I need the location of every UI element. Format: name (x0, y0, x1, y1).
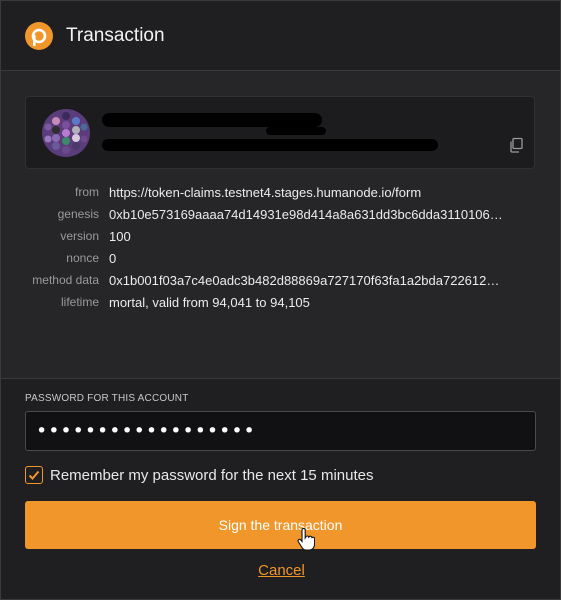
copy-icon[interactable] (508, 137, 524, 153)
account-address (102, 139, 438, 151)
header: Transaction (1, 1, 560, 71)
check-icon (28, 470, 40, 480)
detail-value: 0xb10e573169aaaa74d14931e98d414a8a631dd3… (109, 206, 503, 222)
detail-row-method-data: method data 0x1b001f03a7c4e0adc3b482d888… (1, 269, 561, 291)
account-name-redaction (266, 127, 326, 135)
detail-row-nonce: nonce 0 (1, 247, 561, 269)
detail-label: method data (32, 273, 99, 287)
detail-value: 0 (109, 250, 117, 266)
detail-row-from: from https://token-claims.testnet4.stage… (1, 181, 561, 203)
password-section: PASSWORD FOR THIS ACCOUNT (25, 393, 536, 451)
detail-row-lifetime: lifetime mortal, valid from 94,041 to 94… (1, 291, 561, 313)
remember-checkbox[interactable] (25, 466, 43, 484)
detail-value: 100 (109, 228, 131, 244)
polkadot-identicon (42, 109, 90, 157)
sign-transaction-button[interactable]: Sign the transaction (25, 501, 536, 549)
cancel-link[interactable]: Cancel (1, 562, 561, 579)
polkadot-logo-icon (25, 21, 53, 50)
remember-password: Remember my password for the next 15 min… (25, 466, 373, 484)
detail-label: version (60, 229, 99, 243)
transaction-window: Transaction from https://token-claims.te… (0, 0, 561, 600)
transaction-details-panel: from https://token-claims.testnet4.stage… (1, 71, 560, 379)
detail-value: mortal, valid from 94,041 to 94,105 (109, 294, 310, 310)
transaction-details: from https://token-claims.testnet4.stage… (1, 181, 561, 313)
detail-value: https://token-claims.testnet4.stages.hum… (109, 184, 422, 200)
remember-label: Remember my password for the next 15 min… (50, 466, 374, 484)
detail-value: 0x1b001f03a7c4e0adc3b482d88869a727170f63… (109, 272, 500, 288)
password-label: PASSWORD FOR THIS ACCOUNT (25, 393, 189, 404)
password-input[interactable] (25, 411, 536, 451)
detail-label: nonce (66, 251, 99, 265)
detail-row-version: version 100 (1, 225, 561, 247)
detail-row-genesis: genesis 0xb10e573169aaaa74d14931e98d414a… (1, 203, 561, 225)
detail-label: lifetime (60, 295, 99, 309)
detail-label: from (75, 185, 99, 199)
detail-label: genesis (57, 207, 99, 221)
account-card (25, 96, 535, 169)
page-title: Transaction (66, 24, 165, 46)
account-name (102, 113, 322, 127)
